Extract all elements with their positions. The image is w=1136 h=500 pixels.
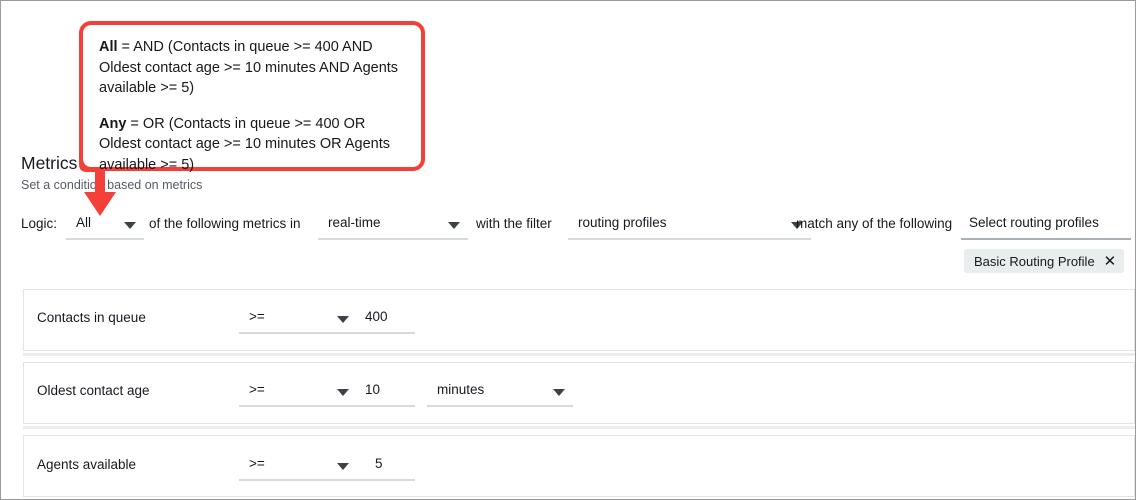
metric-operator-select[interactable]: >= — [239, 381, 357, 407]
metric-value: 5 — [375, 456, 383, 471]
metric-value: 10 — [365, 382, 380, 397]
metric-row-card: Agents available >= 5 — [23, 435, 1135, 497]
metric-operator-select[interactable]: >= — [239, 455, 357, 481]
card-separator — [23, 426, 1135, 429]
page-title: Metrics — [21, 153, 77, 174]
metrics-condition-screen: All = AND (Contacts in queue >= 400 AND … — [0, 0, 1136, 500]
card-separator — [23, 353, 1135, 356]
chevron-down-icon — [124, 222, 136, 229]
metric-name: Oldest contact age — [37, 383, 150, 398]
metric-operator-select[interactable]: >= — [239, 308, 357, 334]
metric-operator-value: >= — [249, 309, 265, 324]
timeframe-value: real-time — [328, 215, 381, 230]
metric-unit-select[interactable]: minutes — [427, 381, 573, 407]
filter-type-value: routing profiles — [578, 215, 667, 230]
selected-routing-profile-token[interactable]: Basic Routing Profile ✕ — [964, 249, 1124, 273]
timeframe-select[interactable]: real-time — [318, 214, 468, 240]
metric-operator-value: >= — [249, 456, 265, 471]
metric-row-card: Oldest contact age >= 10 minutes — [23, 362, 1135, 424]
logic-condition-row: Logic: All of the following metrics in r… — [21, 214, 1131, 244]
match-label: match any of the following — [796, 216, 952, 231]
select-routing-profiles-field[interactable]: Select routing profiles — [961, 214, 1131, 240]
metric-unit-value: minutes — [437, 382, 484, 397]
logic-mid-text: of the following metrics in — [149, 216, 301, 231]
chevron-down-icon — [337, 463, 349, 470]
filter-type-select[interactable]: routing profiles — [568, 214, 811, 240]
callout-any-line: Any = OR (Contacts in queue >= 400 OR Ol… — [99, 114, 407, 176]
logic-explanation-callout: All = AND (Contacts in queue >= 400 AND … — [79, 21, 425, 171]
metric-name: Contacts in queue — [37, 310, 146, 325]
metric-value-input[interactable]: 5 — [349, 455, 415, 481]
select-routing-profiles-label: Select routing profiles — [969, 215, 1099, 230]
callout-all-line: All = AND (Contacts in queue >= 400 AND … — [99, 37, 407, 99]
metric-name: Agents available — [37, 457, 136, 472]
filter-label: with the filter — [476, 216, 552, 231]
callout-any-rest: = OR (Contacts in queue >= 400 OR Oldest… — [99, 116, 390, 173]
chevron-down-icon — [337, 316, 349, 323]
callout-any-keyword: Any — [99, 116, 126, 132]
chevron-down-icon — [553, 389, 565, 396]
chevron-down-icon — [448, 222, 460, 229]
token-label: Basic Routing Profile — [974, 254, 1095, 269]
metric-value: 400 — [365, 309, 388, 324]
chevron-down-icon — [337, 389, 349, 396]
callout-all-keyword: All — [99, 39, 118, 55]
metric-value-input[interactable]: 400 — [349, 308, 415, 334]
metric-row-card: Contacts in queue >= 400 — [23, 289, 1135, 351]
metric-operator-value: >= — [249, 382, 265, 397]
callout-all-rest: = AND (Contacts in queue >= 400 AND Olde… — [99, 39, 398, 96]
logic-label: Logic: — [21, 216, 57, 231]
metric-value-input[interactable]: 10 — [349, 381, 415, 407]
close-icon[interactable]: ✕ — [1104, 254, 1117, 269]
